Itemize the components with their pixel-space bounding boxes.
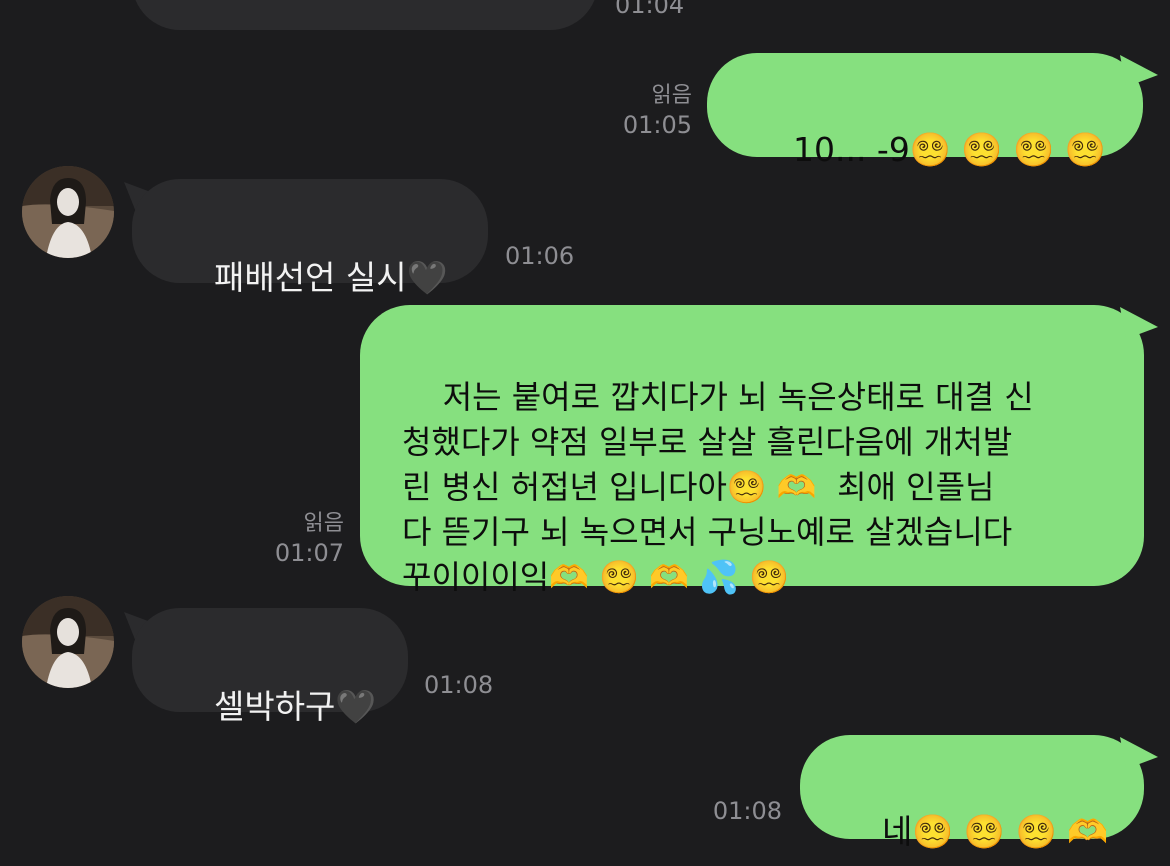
message-text: 셀박하구🖤 — [213, 687, 377, 726]
message-meta: 읽음 01:07 — [250, 510, 344, 568]
avatar[interactable] — [22, 596, 114, 688]
message-meta: 01:04 — [615, 0, 684, 20]
message-time: 01:05 — [622, 111, 692, 139]
message-bubble-incoming[interactable] — [132, 0, 598, 30]
message-text: 저는 붙여로 깝치다가 뇌 녹은상태로 대결 신 청했다가 약점 일부로 살살 … — [402, 378, 1034, 596]
message-time: 01:06 — [505, 242, 575, 270]
message-meta: 읽음 01:05 — [600, 82, 692, 140]
message-bubble-outgoing[interactable]: 네😵‍💫 😵‍💫 😵‍💫 🫶 — [800, 735, 1144, 851]
message-text: 네😵‍💫 😵‍💫 😵‍💫 🫶 — [881, 812, 1109, 851]
bubble-tail — [1120, 307, 1158, 339]
bubble-tail — [1120, 55, 1158, 87]
message-time: 01:07 — [274, 539, 344, 567]
message-bubble-outgoing[interactable]: 10... -9😵‍💫 😵‍💫 😵‍💫 😵‍💫 — [707, 53, 1143, 169]
message-meta: 01:08 — [424, 670, 493, 700]
message-bubble-outgoing[interactable]: 저는 붙여로 깝치다가 뇌 녹은상태로 대결 신 청했다가 약점 일부로 살살 … — [360, 305, 1144, 596]
message-meta: 01:08 — [700, 796, 782, 826]
message-time: 01:08 — [424, 671, 494, 699]
message-text: 패배선언 실시🖤 — [213, 258, 448, 297]
chat-view: 01:04 읽음 01:05 10... -9😵‍💫 😵‍💫 😵‍💫 😵‍💫 패… — [0, 0, 1170, 866]
avatar[interactable] — [22, 166, 114, 258]
read-receipt: 읽음 — [303, 511, 344, 536]
message-bubble-incoming[interactable]: 패배선언 실시🖤 — [132, 179, 488, 297]
message-meta: 01:06 — [505, 241, 574, 271]
message-text: 10... -9😵‍💫 😵‍💫 😵‍💫 😵‍💫 — [792, 130, 1106, 169]
bubble-tail — [1120, 737, 1158, 769]
message-bubble-incoming[interactable]: 셀박하구🖤 — [132, 608, 408, 726]
read-receipt: 읽음 — [651, 83, 692, 108]
message-time: 01:08 — [712, 797, 782, 825]
message-time: 01:04 — [615, 0, 685, 19]
